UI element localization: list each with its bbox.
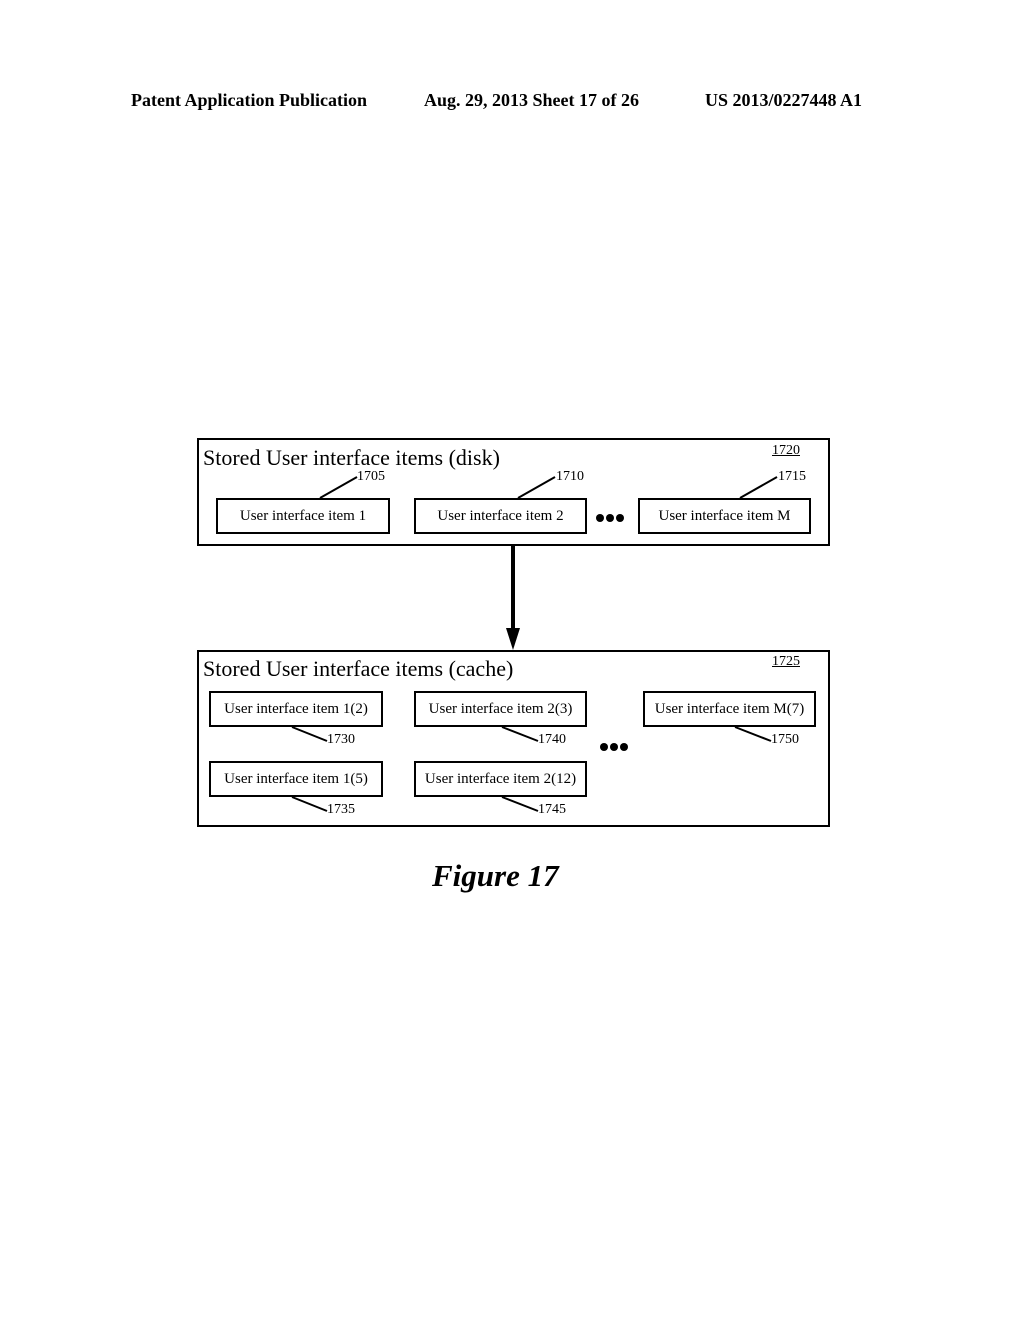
cache-item-1-2: User interface item 1(2) (209, 691, 383, 727)
cache-container-title: Stored User interface items (cache) (203, 656, 514, 681)
publication-label: Patent Application Publication (131, 90, 368, 110)
ellipsis-dot (620, 743, 628, 751)
disk-item-1-label: User interface item 1 (239, 507, 367, 524)
ellipsis-dot (596, 514, 604, 522)
ellipsis-dot (606, 514, 614, 522)
cache-item-1-5-ref: 1735 (327, 802, 355, 817)
cache-item-2-12-ref: 1745 (538, 802, 566, 817)
cache-item-m-7: User interface item M(7) (643, 691, 816, 727)
flow-arrow-head (506, 628, 520, 650)
cache-item-1-5-label: User interface item 1(5) (224, 770, 368, 787)
cache-item-2-12: User interface item 2(12) (414, 761, 587, 797)
ellipsis-dot (600, 743, 608, 751)
ellipsis-dot (616, 514, 624, 522)
disk-item-2: User interface item 2 (414, 498, 587, 534)
cache-item-2-3-label: User interface item 2(3) (428, 700, 573, 717)
disk-item-m-ref: 1715 (778, 469, 806, 484)
cache-item-2-3: User interface item 2(3) (414, 691, 587, 727)
disk-ellipsis (596, 514, 624, 522)
cache-item-1-5: User interface item 1(5) (209, 761, 383, 797)
disk-item-2-ref: 1710 (556, 469, 584, 484)
patent-number: US 2013/0227448 A1 (705, 90, 863, 110)
cache-item-2-3-ref: 1740 (538, 732, 566, 747)
cache-item-m-7-label: User interface item M(7) (654, 700, 805, 717)
cache-item-m-7-ref: 1750 (771, 732, 799, 747)
cache-item-1-2-label: User interface item 1(2) (224, 700, 368, 717)
disk-item-m: User interface item M (638, 498, 811, 534)
cache-item-2-12-label: User interface item 2(12) (424, 770, 577, 787)
figure-caption: Figure 17 (432, 858, 559, 893)
cache-item-1-2-ref: 1730 (327, 732, 355, 747)
cache-container-ref: 1725 (772, 654, 800, 669)
date-sheet-label: Aug. 29, 2013 Sheet 17 of 26 (424, 90, 639, 110)
disk-item-1: User interface item 1 (216, 498, 390, 534)
cache-ellipsis (600, 743, 628, 751)
disk-item-1-ref: 1705 (357, 469, 385, 484)
disk-container-title: Stored User interface items (disk) (203, 445, 500, 470)
disk-container-ref: 1720 (772, 443, 800, 458)
disk-item-m-label: User interface item M (658, 507, 791, 524)
disk-item-2-label: User interface item 2 (437, 507, 564, 524)
ellipsis-dot (610, 743, 618, 751)
